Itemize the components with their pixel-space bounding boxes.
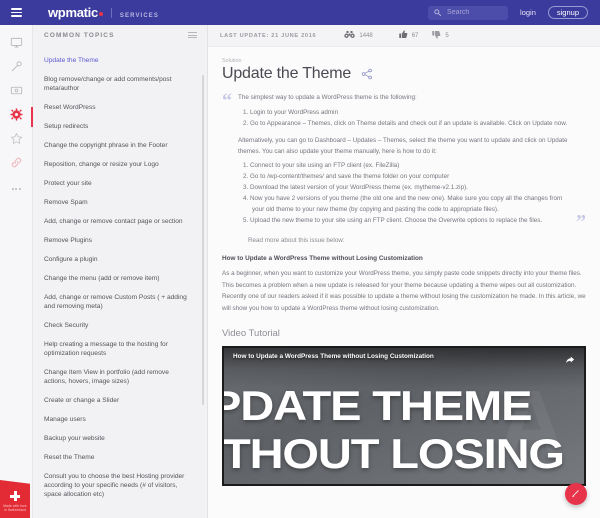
topics-sidebar: COMMON TOPICS Update the Theme Blog remov… <box>33 25 208 518</box>
views-stat: 1448 <box>344 30 373 41</box>
rail-item-favorites[interactable] <box>0 129 33 153</box>
sidebar-item[interactable]: Reset WordPress <box>33 98 207 117</box>
share-icon[interactable] <box>361 68 373 80</box>
rail-item-monitor[interactable] <box>0 33 33 57</box>
brand-separator <box>110 8 112 18</box>
sidebar-item[interactable]: Change the copyright phrase in the Foote… <box>33 136 207 155</box>
monitor-icon <box>10 36 23 54</box>
topic-list[interactable]: Update the Theme Blog remove/change or ad… <box>33 45 207 518</box>
steps-list-b: 1. Connect to your site using an FTP cli… <box>238 160 570 226</box>
quote-lead: The simplest way to update a WordPress t… <box>238 94 417 101</box>
video-player[interactable]: A PDATE THEME ITHOUT LOSING How to Updat… <box>222 346 586 486</box>
star-icon <box>10 132 23 150</box>
sidebar-item[interactable]: Manage users <box>33 410 207 429</box>
article-body: As a beginner, when you want to customiz… <box>222 270 586 312</box>
rail-item-magic-wand[interactable] <box>0 57 33 81</box>
article-subheading: How to Update a WordPress Theme without … <box>222 255 423 262</box>
badge-line-2: in Switzerland <box>4 508 26 512</box>
solution-quote: “ ” The simplest way to update a WordPre… <box>222 90 586 246</box>
article: Solution Update the Theme “ ” The simple… <box>208 47 600 486</box>
sidebar-item[interactable]: Configure a plugin <box>33 250 207 269</box>
sidebar-item[interactable]: Reposition, change or resize your Logo <box>33 155 207 174</box>
step-item: 2. Go to /wp-content/themes/ and save th… <box>243 173 450 180</box>
last-update-label: LAST UPDATE: 21 JUNE 2016 <box>220 32 317 39</box>
swiss-cross-icon <box>10 491 21 502</box>
sidebar-item[interactable]: Help creating a message to the hosting f… <box>33 335 207 363</box>
sidebar-header: COMMON TOPICS <box>33 25 207 45</box>
edit-pencil-icon <box>571 485 581 503</box>
video-title: How to Update a WordPress Theme without … <box>233 353 434 360</box>
sidebar-item[interactable]: Update the Theme <box>33 51 207 70</box>
video-gradient-overlay <box>224 348 584 484</box>
sidebar-item[interactable]: Reset the Theme <box>33 448 207 467</box>
sidebar-item[interactable]: Change the menu (add or remove item) <box>33 269 207 288</box>
signup-button[interactable]: signup <box>547 5 588 20</box>
brand-name: wpmatic <box>48 5 98 20</box>
meta-bar: LAST UPDATE: 21 JUNE 2016 1448 67 5 <box>208 25 600 47</box>
search-box[interactable] <box>428 5 509 20</box>
rail-item-settings[interactable] <box>0 105 33 129</box>
step-item: 2. Go to Appearance – Themes, click on T… <box>243 120 568 127</box>
login-link[interactable]: login <box>520 8 536 17</box>
binoculars-icon <box>344 30 356 41</box>
step-item: 4. Now you have 2 versions of you theme … <box>243 195 563 213</box>
thumbs-up-count: 67 <box>411 32 419 39</box>
link-icon <box>10 156 23 174</box>
rail-item-wallet[interactable] <box>0 81 33 105</box>
sidebar-scrollbar[interactable] <box>202 75 204 405</box>
sidebar-title: COMMON TOPICS <box>44 31 115 39</box>
article-title-row: Update the Theme <box>222 65 586 83</box>
gear-icon <box>9 108 23 126</box>
main-content: LAST UPDATE: 21 JUNE 2016 1448 67 5 Solu… <box>208 25 600 518</box>
hamburger-icon[interactable] <box>0 0 33 25</box>
sidebar-item[interactable]: Change Item View in portfolio (add remov… <box>33 363 207 391</box>
steps-list-a: 1. Login to your WordPress admin 2. Go to… <box>238 107 570 129</box>
top-bar-actions: login signup <box>428 5 600 20</box>
quote-close-mark: ” <box>576 211 586 233</box>
filter-icon[interactable] <box>188 32 197 38</box>
sidebar-item[interactable]: Remove Plugins <box>33 231 207 250</box>
brand-dot-icon <box>98 12 103 16</box>
thumbs-down-count: 5 <box>445 32 449 39</box>
quote-open-mark: “ <box>222 90 232 112</box>
video-section-title: Video Tutorial <box>222 328 280 339</box>
rail-item-more[interactable] <box>0 177 33 201</box>
step-item: 5. Upload the new theme to your site usi… <box>243 217 543 224</box>
sidebar-item[interactable]: Blog remove/change or add comments/post … <box>33 70 207 98</box>
brand-logo[interactable]: wpmatic SERVICES <box>48 5 159 20</box>
sidebar-item[interactable]: Add, change or remove Custom Posts ( + a… <box>33 288 207 316</box>
top-bar: wpmatic SERVICES login signup <box>0 0 600 25</box>
edit-fab-button[interactable] <box>565 483 587 505</box>
sidebar-item[interactable]: Remove Spam <box>33 193 207 212</box>
search-icon <box>434 9 442 16</box>
sidebar-item[interactable]: Add, change or remove contact page or se… <box>33 212 207 231</box>
thumbs-down-stat[interactable]: 5 <box>432 30 449 41</box>
icon-rail: Made with love in Switzerland <box>0 25 33 518</box>
video-share-icon[interactable] <box>565 352 575 370</box>
step-item: 1. Connect to your site using an FTP cli… <box>243 162 400 169</box>
read-more-text: Read more about this issue below: <box>248 237 345 244</box>
sidebar-item[interactable]: Create or change a Slider <box>33 391 207 410</box>
step-item: 1. Login to your WordPress admin <box>243 109 339 116</box>
sidebar-item[interactable]: Setup redirects <box>33 117 207 136</box>
rail-item-links[interactable] <box>0 153 33 177</box>
alternative-paragraph: Alternatively, you can go to Dashboard –… <box>238 137 568 155</box>
search-input[interactable] <box>447 9 503 16</box>
brand-subtitle: SERVICES <box>119 13 159 19</box>
step-item: 3. Download the latest version of your W… <box>243 184 468 191</box>
views-count: 1448 <box>359 32 373 39</box>
thumbs-down-icon <box>432 30 441 41</box>
article-kicker: Solution <box>222 58 242 64</box>
magic-wand-icon <box>10 60 23 78</box>
made-in-switzerland-badge: Made with love in Switzerland <box>0 480 30 518</box>
sidebar-item[interactable]: Check Security <box>33 316 207 335</box>
ellipsis-icon <box>11 188 21 190</box>
sidebar-item[interactable]: Protect your site <box>33 174 207 193</box>
thumbs-up-stat[interactable]: 67 <box>398 30 419 41</box>
sidebar-item[interactable]: Backup your website <box>33 429 207 448</box>
page-title: Update the Theme <box>222 65 352 82</box>
thumbs-up-icon <box>398 30 408 41</box>
sidebar-item[interactable]: Consult you to choose the best Hosting p… <box>33 467 207 504</box>
wallet-icon <box>10 84 23 102</box>
